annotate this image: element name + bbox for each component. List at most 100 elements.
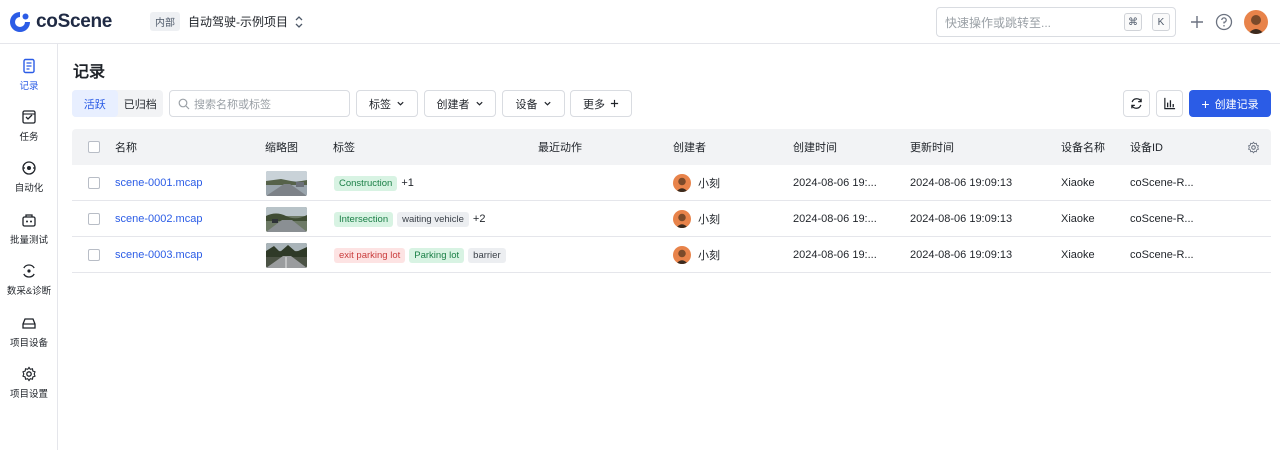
sidebar-item-batch-test[interactable]: 批量测试 [0, 212, 58, 246]
diagnosis-icon [23, 264, 35, 278]
kbd-k: K [1152, 13, 1170, 31]
col-recent-action: 最近动作 [538, 142, 582, 154]
more-tags[interactable]: +2 [473, 213, 486, 225]
tag-parking-lot[interactable]: Parking lot [409, 247, 465, 263]
creator-filter-button[interactable]: 创建者 [424, 90, 496, 117]
select-all-checkbox[interactable] [88, 129, 100, 165]
sidebar-item-tasks[interactable]: 任务 [0, 109, 58, 143]
col-name[interactable]: 名称 [115, 129, 137, 165]
sidebar: 记录 任务 自动化 批量测试 数采&诊断 项目设备 项目设置 [0, 44, 58, 450]
row-checkbox[interactable] [88, 165, 100, 201]
more-filter-button[interactable]: 更多 [570, 90, 632, 117]
records-table: 名称 缩略图 标签 最近动作 创建者 创建时间 更新时间 设备名称 设备ID s… [72, 129, 1271, 273]
sidebar-item-label: 自动化 [14, 183, 44, 194]
col-device-id: 设备ID [1130, 142, 1163, 154]
tab-active[interactable]: 活跃 [72, 90, 118, 117]
chevron-down-icon [543, 101, 551, 106]
refresh-icon [1131, 98, 1142, 109]
top-bar: coScene 内部 自动驾驶-示例项目 快速操作或跳转至... ⌘ K [0, 0, 1280, 44]
sidebar-item-label: 批量测试 [9, 235, 48, 246]
tag-intersection[interactable]: Intersection [334, 211, 394, 227]
sidebar-item-devices[interactable]: 项目设备 [0, 315, 58, 349]
record-icon [23, 58, 35, 74]
row-checkbox[interactable] [88, 237, 100, 273]
tag-construction[interactable]: Construction [334, 175, 398, 191]
global-search-placeholder: 快速操作或跳转至... [945, 15, 1052, 30]
tags-filter-button[interactable]: 标签 [356, 90, 418, 117]
thumbnail[interactable] [266, 237, 307, 273]
batch-test-icon [22, 214, 36, 227]
tag-waiting-vehicle[interactable]: waiting vehicle [397, 211, 469, 227]
device-name: Xiaoke [1061, 213, 1095, 225]
chevron-down-icon [475, 101, 483, 106]
created-time: 2024-08-06 19:... [793, 177, 877, 189]
updated-time: 2024-08-06 19:09:13 [910, 177, 1013, 189]
table-row[interactable]: scene-0001.mcap Construction +1 小刻 2024-… [72, 165, 1271, 201]
tag-exit-parking-lot[interactable]: exit parking lot [334, 247, 406, 263]
add-icon[interactable] [1187, 12, 1207, 32]
table-header: 名称 缩略图 标签 最近动作 创建者 创建时间 更新时间 设备名称 设备ID [72, 129, 1271, 165]
plus-icon: + [1201, 95, 1210, 112]
sidebar-item-settings[interactable]: 项目设置 [0, 366, 58, 400]
kbd-cmd: ⌘ [1124, 13, 1142, 31]
logo[interactable]: coScene [8, 10, 138, 34]
sidebar-item-label: 项目设备 [9, 338, 48, 349]
creator-avatar [673, 246, 691, 264]
device-icon [22, 318, 36, 329]
project-name[interactable]: 自动驾驶-示例项目 [188, 13, 288, 30]
creator-cell: 小刻 [673, 237, 720, 273]
settings-icon [22, 366, 36, 382]
page-title: 记录 [73, 64, 106, 81]
tag-barrier[interactable]: barrier [468, 247, 506, 263]
sidebar-item-label: 任务 [19, 132, 39, 143]
record-search-input[interactable]: 搜索名称或标签 [169, 90, 350, 117]
tab-archived[interactable]: 已归档 [118, 90, 164, 117]
chevron-updown-icon[interactable] [294, 15, 304, 29]
filter-label: 更多 [583, 98, 605, 111]
help-icon[interactable] [1214, 12, 1234, 32]
device-id: coScene-R... [1130, 249, 1194, 261]
creator-name: 小刻 [698, 250, 720, 262]
global-search-input[interactable]: 快速操作或跳转至... ⌘ K [936, 7, 1176, 37]
sidebar-item-label: 记录 [19, 81, 39, 92]
user-avatar[interactable] [1244, 10, 1268, 34]
col-created[interactable]: 创建时间 [793, 129, 837, 165]
device-id: coScene-R... [1130, 177, 1194, 189]
thumbnail[interactable] [266, 165, 307, 201]
filter-label: 设备 [515, 98, 538, 111]
sidebar-item-label: 项目设置 [9, 389, 48, 400]
col-thumbnail: 缩略图 [265, 142, 298, 154]
col-tags: 标签 [333, 142, 355, 154]
column-settings-icon[interactable] [1247, 129, 1260, 165]
device-filter-button[interactable]: 设备 [502, 90, 565, 117]
create-record-button[interactable]: + 创建记录 [1189, 90, 1271, 117]
thumbnail[interactable] [266, 201, 307, 237]
col-device-name: 设备名称 [1061, 142, 1105, 154]
col-updated[interactable]: 更新时间 [910, 129, 954, 165]
updated-time: 2024-08-06 19:09:13 [910, 249, 1013, 261]
sidebar-item-automation[interactable]: 自动化 [0, 160, 58, 194]
record-name-link[interactable]: scene-0002.mcap [115, 201, 202, 237]
project-badge: 内部 [150, 12, 180, 31]
creator-cell: 小刻 [673, 165, 720, 201]
creator-cell: 小刻 [673, 201, 720, 237]
device-id: coScene-R... [1130, 213, 1194, 225]
search-icon [178, 98, 190, 109]
sidebar-item-diagnosis[interactable]: 数采&诊断 [0, 263, 58, 297]
plus-icon [610, 99, 619, 108]
row-checkbox[interactable] [88, 201, 100, 237]
creator-name: 小刻 [698, 214, 720, 226]
more-tags[interactable]: +1 [401, 177, 414, 189]
creator-avatar [673, 174, 691, 192]
created-time: 2024-08-06 19:... [793, 249, 877, 261]
record-name-link[interactable]: scene-0003.mcap [115, 237, 202, 273]
table-row[interactable]: scene-0003.mcap exit parking lot Parking… [72, 237, 1271, 273]
refresh-button[interactable] [1123, 90, 1150, 117]
table-row[interactable]: scene-0002.mcap Intersection waiting veh… [72, 201, 1271, 237]
chevron-down-icon [397, 101, 404, 106]
tags-cell: Construction +1 [334, 165, 414, 201]
stats-button[interactable] [1156, 90, 1183, 117]
sidebar-item-records[interactable]: 记录 [0, 58, 58, 92]
creator-name: 小刻 [698, 178, 720, 190]
record-name-link[interactable]: scene-0001.mcap [115, 165, 202, 201]
